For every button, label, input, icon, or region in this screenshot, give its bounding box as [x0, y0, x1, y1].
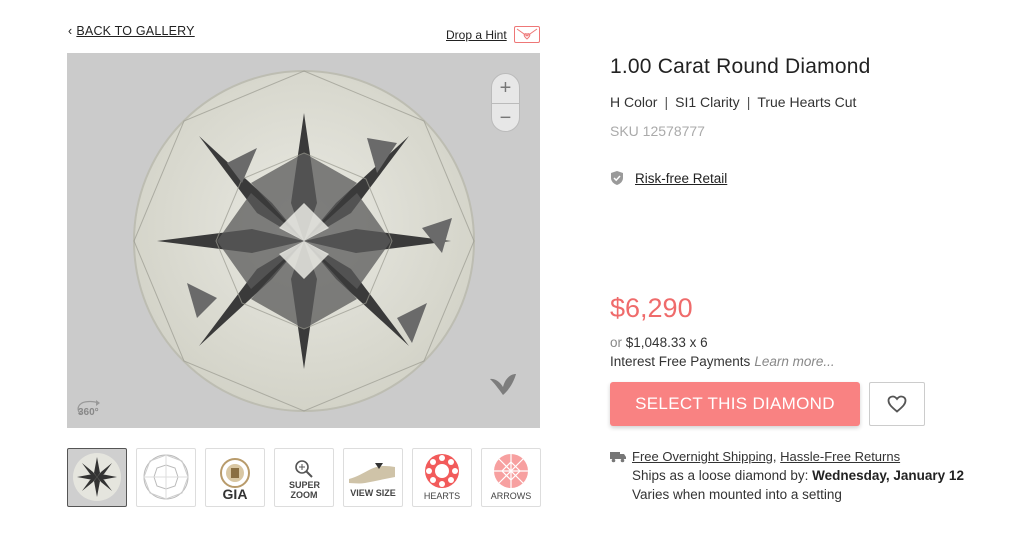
- color-spec: H Color: [610, 94, 658, 110]
- back-to-gallery-link[interactable]: ‹ BACK TO GALLERY: [68, 24, 195, 38]
- gia-label: GIA: [222, 486, 248, 502]
- thumb-diamond-photo[interactable]: [67, 448, 127, 507]
- diamond-image: [133, 70, 475, 412]
- arrows-pattern-icon: [494, 454, 528, 488]
- select-diamond-button[interactable]: SELECT THIS DIAMOND: [610, 382, 860, 426]
- monthly-amount: $1,048.33 x 6: [625, 335, 708, 350]
- monthly-prefix: or: [610, 335, 623, 350]
- diamond-image-viewer[interactable]: + − 360°: [67, 53, 540, 428]
- thumb-diagram[interactable]: [136, 448, 196, 507]
- monthly-payment: or $1,048.33 x 6: [610, 335, 708, 350]
- butterfly-icon[interactable]: [488, 373, 518, 404]
- thumb-view-size[interactable]: VIEW SIZE: [343, 448, 403, 507]
- shipping-links: Free Overnight Shipping, Hassle-Free Ret…: [632, 449, 900, 464]
- free-shipping-link[interactable]: Free Overnight Shipping: [632, 449, 773, 464]
- product-title: 1.00 Carat Round Diamond: [610, 55, 871, 78]
- heart-icon: [887, 395, 907, 413]
- shield-check-icon: [611, 171, 623, 185]
- interest-free-label: Interest Free Payments: [610, 354, 751, 369]
- thumb-arrows[interactable]: ARROWS: [481, 448, 541, 507]
- rotate-360-icon[interactable]: 360°: [75, 398, 105, 420]
- ship-date: Ships as a loose diamond by: Wednesday, …: [632, 468, 964, 483]
- arrows-label: ARROWS: [490, 491, 532, 501]
- hearts-label: HEARTS: [423, 491, 461, 501]
- view-size-label: VIEW SIZE: [350, 488, 396, 498]
- cut-spec: True Hearts Cut: [757, 94, 857, 110]
- ship-date-prefix: Ships as a loose diamond by:: [632, 468, 809, 483]
- truck-icon: [610, 452, 626, 463]
- sku-number: SKU 12578777: [610, 123, 705, 139]
- chevron-left-icon: ‹: [68, 24, 73, 38]
- setting-note: Varies when mounted into a setting: [632, 487, 842, 502]
- returns-link[interactable]: Hassle-Free Returns: [780, 449, 900, 464]
- thumb-hearts[interactable]: HEARTS: [412, 448, 472, 507]
- super-zoom-label: SUPER ZOOM: [289, 480, 321, 500]
- zoom-control: + −: [491, 73, 520, 132]
- price: $6,290: [610, 293, 693, 323]
- drop-a-hint-link[interactable]: Drop a Hint: [446, 28, 507, 42]
- thumb-super-zoom[interactable]: SUPER ZOOM: [274, 448, 334, 507]
- magnifier-icon: [295, 460, 313, 478]
- spec-divider: |: [664, 94, 669, 110]
- hearts-pattern-icon: [425, 454, 459, 488]
- rotate-360-label: 360°: [78, 407, 99, 418]
- clarity-spec: SI1 Clarity: [675, 94, 740, 110]
- learn-more-link[interactable]: Learn more...: [754, 354, 834, 369]
- zoom-in-button[interactable]: +: [492, 74, 519, 103]
- interest-free-payments: Interest Free Payments Learn more...: [610, 354, 835, 369]
- risk-free-retail-link[interactable]: Risk-free Retail: [635, 171, 727, 186]
- product-specs: H Color | SI1 Clarity | True Hearts Cut: [610, 94, 856, 110]
- zoom-out-button[interactable]: −: [492, 104, 519, 133]
- add-to-favorites-button[interactable]: [869, 382, 925, 426]
- hand-icon: [349, 463, 395, 484]
- envelope-heart-icon[interactable]: [514, 26, 540, 43]
- thumb-gia[interactable]: GIA: [205, 448, 265, 507]
- ship-date-value: Wednesday, January 12: [812, 468, 964, 483]
- shipping-separator: ,: [772, 449, 777, 464]
- spec-divider: |: [746, 94, 751, 110]
